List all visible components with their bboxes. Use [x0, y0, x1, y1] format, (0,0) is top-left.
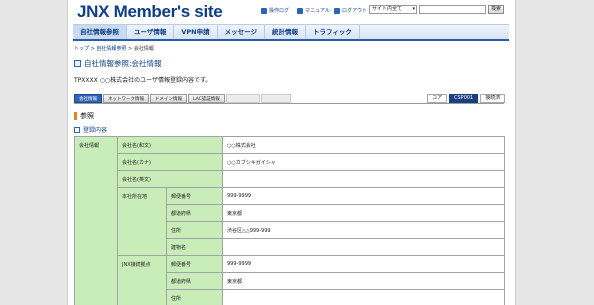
document-icon: [74, 126, 80, 133]
tab-company-info[interactable]: 会社情報: [74, 94, 102, 103]
postal-code-label: 郵便番号: [166, 255, 223, 273]
page-title: 自社情報参照:会社情報: [74, 58, 162, 69]
breadcrumb-separator: >: [90, 46, 95, 52]
company-kana-label: 会社名(カナ): [117, 153, 223, 171]
table-row: 会社名(カナ) ○○カブシキガイシャ: [75, 153, 505, 171]
manual-label: マニュアル: [305, 8, 330, 14]
logout-label: ログアウト: [342, 8, 368, 14]
prefecture-label: 都道府県: [166, 272, 223, 290]
address-label: 住所: [166, 221, 223, 239]
nav-vpn-request[interactable]: VPN申請: [174, 25, 218, 39]
info-tabs: 会社情報 ネットワーク情報 ドメイン情報 LAC認証情報: [74, 94, 291, 103]
company-info-table: 会社情報 会社名(和文) ○○株式会社 会社名(カナ) ○○カブシキガイシャ 会…: [74, 136, 505, 305]
company-en-label: 会社名(英文): [117, 170, 223, 188]
tab-disabled: [225, 94, 260, 103]
tab-csp001[interactable]: CSP001: [449, 94, 479, 103]
site-logo[interactable]: JNX Member's site: [77, 2, 223, 22]
tab-lac-auth-info[interactable]: LAC認証情報: [188, 94, 225, 103]
search-scope-select[interactable]: サイト内全て ▾: [369, 5, 417, 14]
hq-postal-value: 999-9999: [222, 187, 505, 205]
subsection-heading: 登録内容: [74, 125, 107, 134]
nav-traffic[interactable]: トラフィック: [306, 25, 360, 39]
operation-log-link[interactable]: 操作ログ: [261, 7, 289, 14]
search-button[interactable]: 検索: [488, 5, 504, 14]
tab-core[interactable]: コア: [427, 94, 448, 103]
breadcrumb: トップ > 自社情報参照 > 会社情報: [74, 45, 154, 52]
subsection-heading-text: 登録内容: [83, 127, 108, 134]
nav-user-info[interactable]: ユーザ情報: [127, 25, 175, 39]
manual-link[interactable]: マニュアル: [297, 7, 330, 14]
jnx-address-value: [222, 289, 505, 305]
page-container: JNX Member's site 操作ログ マニュアル ログアウト サイト内全…: [67, 0, 516, 305]
breadcrumb-current: 会社情報: [133, 46, 154, 52]
table-row: JNX接続拠点 郵便番号 999-9999: [75, 255, 505, 305]
company-kana-value: ○○カブシキガイシャ: [222, 153, 505, 171]
tabs-divider: [74, 103, 504, 104]
nav-messages[interactable]: メッセージ: [218, 25, 265, 39]
search-scope-value: サイト内全て: [372, 6, 403, 12]
company-en-value: [222, 170, 505, 188]
prefecture-label: 都道府県: [166, 204, 223, 222]
section-marker: [74, 112, 77, 120]
company-name-value: ○○株式会社: [222, 136, 505, 154]
hq-prefecture-value: 東京都: [222, 204, 505, 222]
tab-domain-info[interactable]: ドメイン情報: [150, 94, 187, 103]
tab-disabled: [260, 94, 291, 103]
log-icon: [261, 7, 267, 14]
tab-network-info[interactable]: ネットワーク情報: [103, 94, 149, 103]
breadcrumb-separator: >: [128, 46, 133, 52]
hq-address-value: 渋谷区△△999-999: [222, 221, 505, 239]
address-label: 住所: [166, 289, 223, 305]
nav-company-info[interactable]: 自社情報参照: [73, 25, 127, 39]
hq-building-value: [222, 238, 505, 256]
breadcrumb-home[interactable]: トップ: [74, 46, 89, 52]
section-heading-text: 参照: [80, 112, 94, 120]
postal-code-label: 郵便番号: [166, 187, 223, 205]
nav-statistics[interactable]: 統計情報: [265, 25, 306, 39]
jnx-prefecture-value: 東京都: [222, 272, 505, 290]
manual-icon: [297, 7, 303, 14]
jnx-postal-value: 999-9999: [222, 255, 505, 273]
tab-connected[interactable]: 接続済: [480, 94, 506, 103]
operation-log-label: 操作ログ: [269, 8, 290, 14]
jnx-site-label: JNX接続拠点: [117, 255, 167, 305]
chevron-down-icon: ▾: [412, 6, 415, 12]
company-name-label: 会社名(和文): [117, 136, 223, 154]
search-input[interactable]: [419, 5, 486, 14]
section-heading: 参照: [74, 111, 94, 121]
breadcrumb-parent[interactable]: 自社情報参照: [96, 46, 126, 52]
group-label: 会社情報: [74, 136, 118, 305]
document-icon: [74, 60, 81, 67]
table-row: 本社所在地 郵便番号 999-9999: [75, 187, 505, 256]
main-nav: 自社情報参照 ユーザ情報 VPN申請 メッセージ 統計情報 トラフィック: [73, 24, 509, 41]
table-row: 会社情報 会社名(和文) ○○株式会社: [74, 136, 505, 305]
table-row: 会社名(英文): [75, 170, 505, 188]
building-label: 建物名: [166, 238, 223, 256]
hq-address-label: 本社所在地: [117, 187, 167, 256]
page-description: TPXXXX ○○株式会社のユーザ情報登録内容です。: [74, 77, 212, 84]
logout-icon: [334, 7, 340, 14]
connection-tabs: コア CSP001 接続済: [427, 94, 506, 103]
logout-link[interactable]: ログアウト: [334, 7, 367, 14]
page-title-text: 自社情報参照:会社情報: [84, 59, 162, 68]
